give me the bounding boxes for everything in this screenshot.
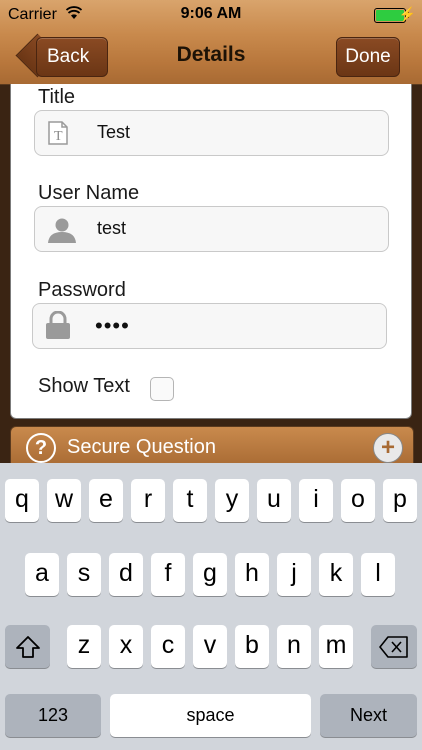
password-label: Password — [38, 279, 126, 301]
status-time: 9:06 AM — [180, 5, 242, 22]
numbers-key[interactable]: 123 — [5, 694, 101, 737]
key-f[interactable]: f — [151, 553, 185, 596]
key-z[interactable]: z — [67, 625, 101, 668]
charging-icon: ⚡ — [398, 6, 416, 22]
key-c[interactable]: c — [151, 625, 185, 668]
done-button[interactable]: Done — [336, 37, 400, 77]
text-document-icon: T — [48, 121, 68, 145]
backspace-icon — [379, 636, 408, 658]
key-u[interactable]: u — [257, 479, 291, 522]
key-p[interactable]: p — [383, 479, 417, 522]
space-key[interactable]: space — [110, 694, 311, 737]
key-l[interactable]: l — [361, 553, 395, 596]
key-h[interactable]: h — [235, 553, 269, 596]
key-m[interactable]: m — [319, 625, 353, 668]
next-key[interactable]: Next — [320, 694, 417, 737]
show-text-checkbox[interactable] — [150, 377, 174, 401]
key-a[interactable]: a — [25, 553, 59, 596]
svg-text:T: T — [54, 129, 63, 144]
lock-icon — [46, 311, 70, 339]
title-field[interactable]: T Test — [34, 110, 389, 156]
key-r[interactable]: r — [131, 479, 165, 522]
password-field[interactable]: •••• — [32, 303, 387, 349]
username-label: User Name — [38, 182, 140, 204]
status-bar: Carrier 9:06 AM ⚡ — [0, 0, 422, 30]
username-value: test — [97, 218, 127, 238]
key-o[interactable]: o — [341, 479, 375, 522]
details-form: Title T Test User Name test Password •••… — [10, 84, 412, 419]
key-e[interactable]: e — [89, 479, 123, 522]
title-label: Title — [38, 86, 76, 108]
key-v[interactable]: v — [193, 625, 227, 668]
secure-question-bar[interactable]: ? Secure Question + — [10, 426, 414, 468]
keyboard: q w e r t y u i o p a s d f g h j k l z … — [0, 463, 422, 750]
key-n[interactable]: n — [277, 625, 311, 668]
navigation-header: Carrier 9:06 AM ⚡ Back Details Done — [0, 0, 422, 85]
shift-key[interactable] — [5, 625, 50, 668]
key-k[interactable]: k — [319, 553, 353, 596]
add-secure-question-button[interactable]: + — [373, 433, 403, 463]
key-d[interactable]: d — [109, 553, 143, 596]
key-j[interactable]: j — [277, 553, 311, 596]
question-icon: ? — [26, 433, 56, 463]
username-field[interactable]: test — [34, 206, 389, 252]
key-i[interactable]: i — [299, 479, 333, 522]
show-text-label: Show Text — [38, 375, 130, 397]
key-b[interactable]: b — [235, 625, 269, 668]
key-x[interactable]: x — [109, 625, 143, 668]
key-s[interactable]: s — [67, 553, 101, 596]
key-t[interactable]: t — [173, 479, 207, 522]
key-y[interactable]: y — [215, 479, 249, 522]
secure-question-label: Secure Question — [67, 436, 216, 458]
key-q[interactable]: q — [5, 479, 39, 522]
backspace-key[interactable] — [371, 625, 417, 668]
person-icon — [48, 218, 76, 243]
password-value: •••• — [95, 313, 130, 338]
key-w[interactable]: w — [47, 479, 81, 522]
shift-icon — [15, 636, 40, 658]
title-value: Test — [97, 122, 131, 142]
key-g[interactable]: g — [193, 553, 227, 596]
